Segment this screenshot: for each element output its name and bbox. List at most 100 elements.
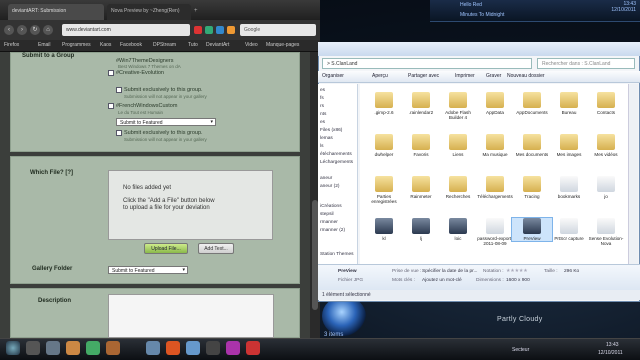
explorer-search-input[interactable]: Rechercher dans : S.ClanLand (537, 58, 635, 69)
reload-button[interactable]: ↻ (30, 25, 40, 35)
file-item[interactable]: dwhelper (364, 134, 404, 157)
taskbar-app-icon[interactable] (86, 341, 100, 355)
file-item[interactable]: password-export-2011-08-09 (475, 218, 515, 246)
file-item[interactable]: Contacts (586, 92, 626, 115)
explorer-address[interactable]: > S.ClanLand (322, 58, 532, 69)
file-item[interactable]: lj (401, 218, 441, 241)
nav-item[interactable]: lemas (320, 136, 333, 141)
addon-icon[interactable] (194, 26, 202, 34)
bookmark-item[interactable]: Programmes (62, 42, 91, 48)
gallery-select[interactable]: Submit to Featured (108, 266, 188, 274)
taskbar-date[interactable]: 12/10/2011 (598, 350, 623, 356)
taskbar-app-icon[interactable] (106, 341, 120, 355)
nav-item[interactable]: rmanner (2) (320, 228, 345, 233)
tray-label[interactable]: Secteur (512, 347, 529, 353)
toolbar-organiser[interactable]: Organiser (322, 73, 344, 79)
nav-item[interactable]: Station Themes (320, 252, 354, 257)
nav-item[interactable]: aneur (320, 176, 332, 181)
rating-stars-icon[interactable]: ★★★★★ (506, 269, 528, 274)
tab-submission[interactable]: deviantART: Submission (8, 4, 104, 20)
addon-icon[interactable] (227, 26, 235, 34)
file-item[interactable]: PrtScr capture (549, 218, 589, 241)
exclusive-checkbox[interactable] (116, 130, 122, 136)
explorer-scrollbar[interactable] (628, 84, 638, 264)
taskbar-app-icon[interactable] (246, 341, 260, 355)
taskbar-app-icon[interactable] (226, 341, 240, 355)
home-button[interactable]: ⌂ (43, 25, 53, 35)
nav-item[interactable]: es (320, 88, 325, 93)
description-textarea[interactable] (108, 294, 274, 338)
toolbar-graver[interactable]: Graver (486, 73, 501, 79)
browser-search-input[interactable]: Google (240, 24, 316, 36)
taskbar-app-icon[interactable] (186, 341, 200, 355)
new-tab-button[interactable]: + (194, 8, 204, 16)
bookmark-item[interactable]: Facebook (120, 42, 142, 48)
file-item[interactable]: jo (586, 176, 626, 199)
add-text-button[interactable]: Add Text... (198, 243, 234, 254)
toolbar-nouveau-dossier[interactable]: Nouveau dossier (507, 73, 545, 79)
file-item[interactable]: kl (364, 218, 404, 241)
file-item[interactable]: Ma musique (475, 134, 515, 157)
featured-select[interactable]: Submit to Featured (116, 118, 216, 126)
file-item[interactable]: Parties enregistrées (364, 176, 404, 204)
file-item[interactable]: Téléchargements (475, 176, 515, 199)
nav-item[interactable]: Files (x86) (320, 128, 342, 133)
nav-item[interactable]: étécharements (320, 152, 352, 157)
addon-icon[interactable] (205, 26, 213, 34)
file-item[interactable]: loic (438, 218, 478, 241)
file-item[interactable]: Tracing (512, 176, 552, 199)
nav-item[interactable]: rmanner (320, 220, 338, 225)
detail-tags-value[interactable]: Ajoutez un mot-clé (422, 278, 462, 283)
file-item[interactable]: PreView (511, 217, 553, 242)
bookmark-item[interactable]: Tuto (188, 42, 198, 48)
taskbar-app-icon[interactable] (206, 341, 220, 355)
nav-item[interactable]: iCréations (320, 204, 342, 209)
bookmark-item[interactable]: DeviantArt (206, 42, 229, 48)
forward-button[interactable]: › (17, 25, 27, 35)
toolbar-apercu[interactable]: Aperçu (372, 73, 388, 79)
file-item[interactable]: Favoris (401, 134, 441, 157)
nav-item[interactable]: es (320, 120, 325, 125)
nav-item[interactable]: stepsil (320, 212, 334, 217)
file-item[interactable]: Liens (438, 134, 478, 157)
bookmark-item[interactable]: DPStream (153, 42, 176, 48)
nav-item[interactable]: ls (320, 144, 323, 149)
taskbar-app-icon[interactable] (146, 341, 160, 355)
bookmark-item[interactable]: Video (245, 42, 258, 48)
file-item[interactable]: bookmarks (549, 176, 589, 199)
nav-item[interactable]: fs (320, 96, 324, 101)
file-item[interactable]: Mes vidéos (586, 134, 626, 157)
nav-item[interactable]: rs (320, 104, 324, 109)
file-item[interactable]: Recherches (438, 176, 478, 199)
file-item[interactable]: Mes images (549, 134, 589, 157)
taskbar-app-icon[interactable] (66, 341, 80, 355)
bookmark-item[interactable]: Kaos (100, 42, 111, 48)
file-item[interactable]: AppData (475, 92, 515, 115)
taskbar-app-icon[interactable] (166, 341, 180, 355)
exclusive-checkbox[interactable] (116, 87, 122, 93)
addon-icon[interactable] (216, 26, 224, 34)
file-item[interactable]: Rainmeter (401, 176, 441, 199)
back-button[interactable]: ‹ (4, 25, 14, 35)
toolbar-partager[interactable]: Partager avec (408, 73, 439, 79)
address-bar[interactable]: www.deviantart.com (62, 24, 190, 36)
file-item[interactable]: Mes documents (512, 134, 552, 157)
file-item[interactable]: AppDocuments (512, 92, 552, 115)
bookmark-item[interactable]: Manque-pages (266, 42, 299, 48)
taskbar-app-icon[interactable] (46, 341, 60, 355)
upload-file-button[interactable]: Upload File... (144, 243, 188, 254)
bookmark-item[interactable]: Firefox (4, 42, 19, 48)
toolbar-imprimer[interactable]: Imprimer (455, 73, 475, 79)
file-item[interactable]: .rainlendar2 (401, 92, 441, 115)
group-checkbox[interactable] (108, 70, 114, 76)
file-item[interactable]: Bureau (549, 92, 589, 115)
file-item[interactable]: Sense Evolution-Nova (586, 218, 626, 246)
taskbar-app-icon[interactable] (26, 341, 40, 355)
file-item[interactable]: .gimp-2.6 (364, 92, 404, 115)
taskbar-time[interactable]: 13:43 (606, 342, 619, 348)
start-button-icon[interactable] (6, 341, 20, 355)
bookmark-item[interactable]: Email (38, 42, 51, 48)
file-item[interactable]: Adobe Flash Builder 4 (438, 92, 478, 120)
group-checkbox[interactable] (108, 103, 114, 109)
nav-item[interactable]: aneur (2) (320, 184, 339, 189)
